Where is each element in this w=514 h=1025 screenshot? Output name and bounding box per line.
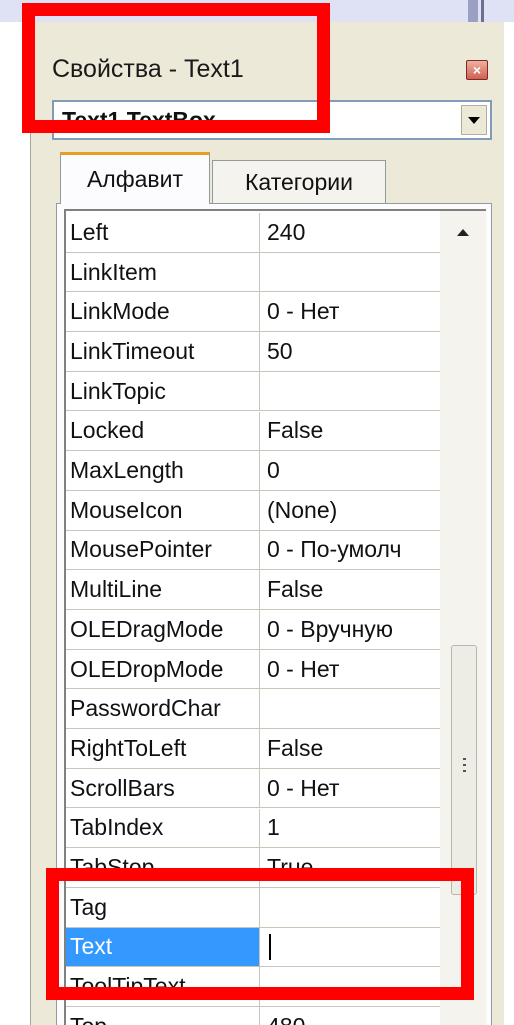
property-value[interactable]: False	[260, 412, 440, 451]
property-name[interactable]: Locked	[66, 411, 260, 451]
property-value-text: 0 - Нет	[267, 655, 340, 682]
property-name[interactable]: Top	[66, 1007, 260, 1025]
highlight-frame-title	[22, 3, 330, 133]
property-row[interactable]: Locked False	[66, 411, 440, 452]
property-row[interactable]: MousePointer 0 - По-умолч	[66, 530, 440, 571]
property-value-text: False	[267, 576, 324, 603]
property-value-text: 0	[267, 457, 280, 484]
property-name[interactable]: LinkItem	[66, 252, 260, 292]
scroll-grip	[463, 770, 466, 772]
property-name[interactable]: MouseIcon	[66, 490, 260, 530]
property-value-text: 0 - Вручную	[267, 615, 394, 642]
property-name[interactable]: TabIndex	[66, 808, 260, 848]
property-value[interactable]: 0 - Нет	[260, 292, 440, 331]
property-name[interactable]: Left	[66, 213, 260, 252]
property-row[interactable]: ScrollBars 0 - Нет	[66, 768, 440, 809]
tab-alphabetical-label: Алфавит	[86, 166, 184, 192]
scroll-grip	[463, 758, 466, 760]
background-window-edge-shadow	[481, 0, 484, 22]
property-name[interactable]: LinkTopic	[66, 371, 260, 411]
property-row[interactable]: MouseIcon (None)	[66, 490, 440, 531]
tab-alphabetical[interactable]: Алфавит	[60, 152, 210, 204]
property-value-text: (None)	[267, 496, 338, 523]
property-row[interactable]: OLEDropMode 0 - Нет	[66, 649, 440, 690]
property-value[interactable]: 1	[260, 809, 440, 848]
property-value[interactable]: 0 - По-умолч	[260, 531, 440, 570]
property-value[interactable]: 0 - Нет	[260, 769, 440, 808]
tab-categories[interactable]: Категории	[212, 160, 386, 204]
property-row[interactable]: RightToLeft False	[66, 729, 440, 769]
property-name[interactable]: RightToLeft	[66, 729, 260, 768]
property-value[interactable]: 0 - Вручную	[260, 610, 440, 649]
property-name[interactable]: MousePointer	[66, 530, 260, 570]
property-value-text: False	[267, 417, 324, 444]
property-value-text: 480	[267, 1013, 305, 1025]
property-row[interactable]: LinkTimeout 50	[66, 332, 440, 372]
property-value-text: 240	[267, 218, 306, 245]
property-value-text: False	[267, 734, 324, 761]
property-row[interactable]: TabIndex 1	[66, 808, 440, 849]
chevron-down-icon[interactable]	[461, 105, 487, 135]
property-row[interactable]: LinkMode 0 - Нет	[66, 292, 440, 333]
property-row[interactable]: Left 240	[66, 213, 440, 253]
property-name[interactable]: LinkTimeout	[66, 332, 260, 371]
background-window-edge	[468, 0, 478, 22]
property-name[interactable]: MaxLength	[66, 451, 260, 490]
property-value[interactable]: False	[260, 729, 440, 768]
scroll-grip	[463, 764, 466, 766]
property-value[interactable]	[260, 253, 440, 292]
property-name[interactable]: PasswordChar	[66, 689, 260, 729]
property-name[interactable]: MultiLine	[66, 570, 260, 609]
property-value[interactable]: 0	[260, 451, 440, 490]
property-row[interactable]: LinkItem	[66, 252, 440, 293]
property-name[interactable]: ScrollBars	[66, 768, 260, 808]
property-value[interactable]: False	[260, 570, 440, 609]
property-value[interactable]	[260, 372, 440, 411]
scroll-up-icon[interactable]	[450, 221, 476, 243]
property-value-text: 0 - По-умолч	[267, 536, 402, 563]
highlight-frame-text	[46, 868, 474, 1000]
property-row[interactable]: LinkTopic	[66, 371, 440, 412]
close-icon[interactable]: ×	[466, 60, 488, 80]
property-value[interactable]: 50	[260, 332, 440, 371]
property-row[interactable]: OLEDragMode 0 - Вручную	[66, 610, 440, 650]
property-value-text: 0 - Нет	[267, 298, 340, 325]
property-value[interactable]: 480	[260, 1007, 440, 1025]
property-name[interactable]: OLEDragMode	[66, 610, 260, 649]
tab-categories-label: Категории	[245, 169, 353, 195]
property-name[interactable]: OLEDropMode	[66, 649, 260, 689]
property-value[interactable]	[260, 689, 440, 728]
property-value-text: 0 - Нет	[267, 774, 340, 801]
property-row[interactable]: PasswordChar	[66, 689, 440, 730]
property-row[interactable]: MultiLine False	[66, 570, 440, 610]
property-name[interactable]: LinkMode	[66, 292, 260, 332]
property-value-text: 1	[267, 814, 280, 841]
property-value[interactable]: 0 - Нет	[260, 650, 440, 689]
property-value[interactable]: 240	[260, 213, 440, 252]
scroll-thumb[interactable]	[451, 645, 477, 895]
property-row[interactable]: MaxLength 0	[66, 451, 440, 491]
property-row[interactable]: Top 480	[66, 1007, 440, 1025]
property-value[interactable]: (None)	[260, 491, 440, 530]
property-value-text: 50	[267, 337, 293, 364]
